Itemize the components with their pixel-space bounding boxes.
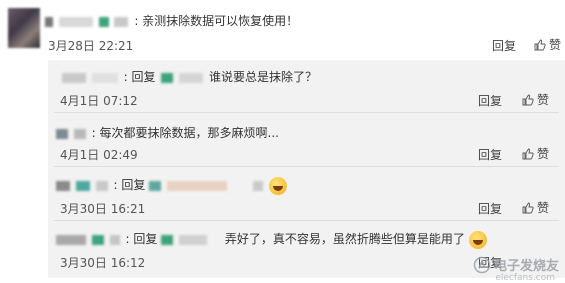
reply-button[interactable]: 回复 [478, 200, 502, 217]
comment-timestamp: 3月28日 22:21 [48, 39, 134, 53]
thumbs-up-icon [522, 148, 534, 159]
blurred-mention[interactable] [252, 180, 263, 191]
like-label: 赞 [537, 93, 550, 107]
thumbs-up-icon [522, 202, 534, 213]
laughing-emoji-icon [268, 176, 287, 195]
reply-button[interactable]: 回复 [478, 146, 502, 163]
reply-timestamp: 4月1日 02:49 [60, 148, 138, 162]
blurred-username[interactable] [56, 180, 70, 191]
blurred-username[interactable] [58, 16, 93, 27]
blurred-username[interactable] [75, 180, 90, 191]
emoji-icon [468, 230, 487, 249]
reply-line: : 回复 谁说要总是抹除了？ [62, 68, 317, 85]
main-comment: : 亲测抹除数据可以恢复使用！ 3月28日 22:21 回复 赞 [40, 10, 565, 56]
reply-prefix: : 回复 [113, 178, 146, 192]
blurred-username[interactable] [62, 72, 86, 83]
blurred-mention[interactable] [161, 234, 174, 245]
watermark-subtext: elecfans.com [495, 273, 555, 283]
reply-button[interactable]: 回复 [478, 92, 502, 109]
blurred-mention[interactable] [167, 180, 227, 191]
reply-line: : 回复 [56, 176, 287, 195]
watermark: 电子发烧友 elecfans.com [473, 255, 559, 283]
like-button[interactable]: 赞 [522, 145, 549, 162]
reply-timestamp: 3月30日 16:12 [60, 256, 146, 270]
blurred-username[interactable] [91, 72, 118, 83]
thumbs-up-icon [522, 94, 534, 105]
avatar[interactable] [8, 8, 40, 48]
like-button[interactable]: 赞 [534, 36, 561, 53]
blurred-username[interactable] [109, 234, 120, 245]
blurred-username[interactable] [95, 180, 108, 191]
blurred-username[interactable] [114, 16, 129, 27]
reply-text: 谁说要总是抹除了？ [209, 70, 318, 84]
reply-list: : 回复 谁说要总是抹除了？ 4月1日 07:12 回复 赞 : 每次都要抹除数… [48, 60, 565, 283]
watermark-text: 电子发烧友 [493, 259, 559, 274]
like-button[interactable]: 赞 [522, 91, 549, 108]
blurred-mention[interactable] [179, 234, 207, 245]
reply-text: : 每次都要抹除数据，那多麻烦啊... [91, 126, 279, 140]
like-button[interactable]: 赞 [522, 199, 549, 216]
blurred-username[interactable] [56, 128, 68, 139]
reply-line: : 回复 弄好了，真不容易，虽然折腾些但算是能用了 [56, 230, 487, 249]
like-label: 赞 [537, 201, 550, 215]
blurred-mention[interactable] [161, 72, 174, 83]
blurred-username[interactable] [56, 234, 86, 245]
comment-text: : 亲测抹除数据可以恢复使用！ [134, 14, 299, 28]
reply-prefix: : 回复 [125, 232, 158, 246]
reply-timestamp: 3月30日 16:21 [60, 202, 146, 216]
like-label: 赞 [549, 38, 562, 52]
reply-text: 弄好了，真不容易，虽然折腾些但算是能用了 [224, 232, 465, 246]
blurred-username[interactable] [73, 128, 86, 139]
divider [54, 220, 559, 221]
reply-line: : 每次都要抹除数据，那多麻烦啊... [56, 124, 279, 141]
reply-prefix: : 回复 [123, 70, 156, 84]
comment-line: : 亲测抹除数据可以恢复使用！ [45, 12, 298, 29]
blurred-username[interactable] [98, 16, 109, 27]
like-label: 赞 [537, 147, 550, 161]
elecfans-logo-icon [473, 256, 491, 273]
thumbs-up-icon [534, 39, 546, 50]
reply-timestamp: 4月1日 07:12 [60, 94, 138, 108]
blurred-username[interactable] [45, 16, 53, 27]
blurred-username[interactable] [91, 234, 104, 245]
reply-button[interactable]: 回复 [492, 37, 516, 54]
blurred-mention[interactable] [179, 72, 204, 83]
divider [54, 112, 559, 113]
blurred-mention[interactable] [149, 180, 162, 191]
divider [54, 166, 559, 167]
